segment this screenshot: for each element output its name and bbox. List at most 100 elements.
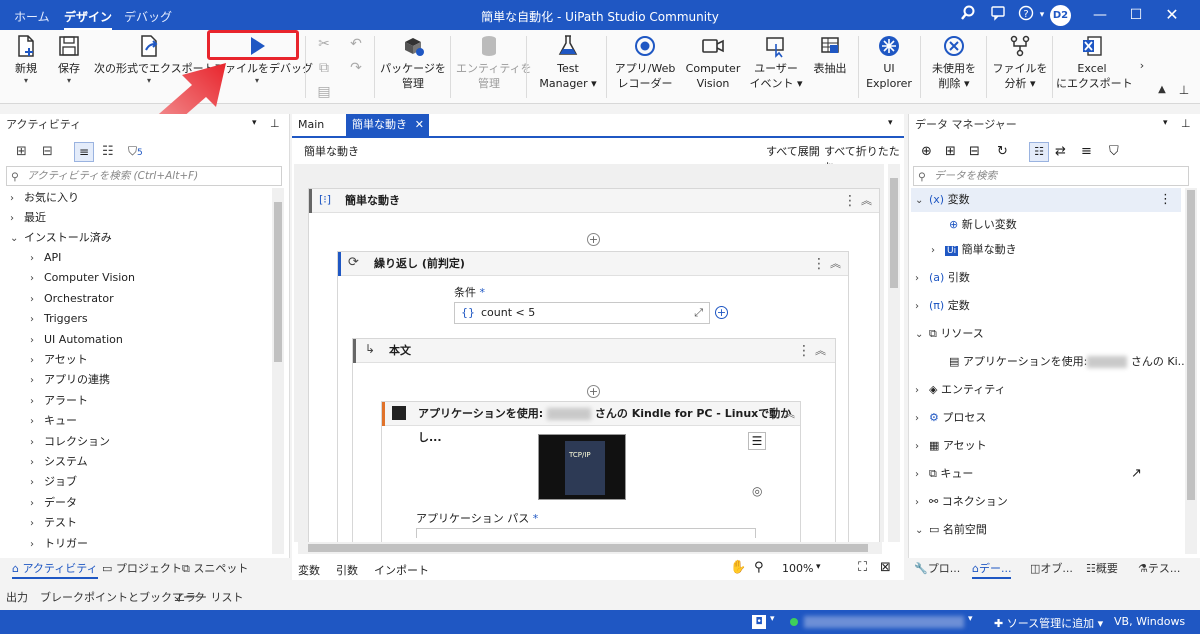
horizontal-scrollbar[interactable] — [298, 542, 882, 554]
vertical-scrollbar[interactable] — [888, 164, 900, 542]
minimize-icon[interactable]: — — [1090, 5, 1110, 25]
chevron-down-icon[interactable]: ▾ — [252, 118, 257, 128]
sequence-activity[interactable]: 簡単な動き [⁝] ⋮ ︽ + 繰り返し (前判定) ⟳ ⋮ ︽ 条件 * {}… — [308, 188, 880, 542]
tab-object-repository[interactable]: ◫オブ... — [1030, 561, 1073, 577]
more-options-icon[interactable]: ⋮ — [797, 339, 811, 363]
tree-item-connections[interactable]: › ⚯ コネクション — [915, 491, 1008, 513]
external-link-icon[interactable]: ↗ — [1131, 466, 1142, 481]
tab-data-manager[interactable]: ⌂デー... — [972, 561, 1012, 579]
workflow-canvas[interactable]: 簡単な動き [⁝] ⋮ ︽ + 繰り返し (前判定) ⟳ ⋮ ︽ 条件 * {}… — [294, 164, 884, 542]
copy-icon[interactable]: ⧉ — [316, 60, 332, 76]
filter-icon[interactable]: ⛉ — [1109, 144, 1119, 159]
tab-main[interactable]: Main — [292, 114, 330, 136]
add-icon[interactable]: ⊕ — [921, 144, 932, 159]
new-variable-item[interactable]: ⊕ 新しい変数 — [949, 214, 1017, 236]
scroll-thumb[interactable] — [308, 544, 868, 552]
app-path-input[interactable] — [416, 528, 756, 538]
breadcrumb[interactable]: 簡単な動き — [304, 143, 359, 159]
chevron-right-icon[interactable]: › — [1134, 58, 1150, 74]
add-activity-icon[interactable]: + — [587, 233, 600, 246]
avatar[interactable]: D2 — [1050, 5, 1071, 26]
paste-icon[interactable]: ▤ — [316, 84, 332, 100]
tree-item-activity-category[interactable]: › UI Automation — [30, 330, 123, 350]
add-icon[interactable]: + — [715, 306, 728, 319]
tab-properties[interactable]: 🔧プロ... — [914, 561, 960, 577]
chevron-down-icon[interactable]: ▾ — [770, 614, 775, 624]
export-excel-button[interactable]: Excel にエクスポート — [1056, 32, 1133, 102]
expand-all-link[interactable]: すべて展開 — [766, 143, 820, 159]
tab-outline[interactable]: ☷概要 — [1086, 561, 1118, 577]
expand-all-icon[interactable]: ⊞ — [16, 144, 27, 159]
imports-tab[interactable]: インポート — [374, 562, 429, 578]
tree-item-constants[interactable]: › (π) 定数 — [915, 295, 970, 317]
tree-item-queues[interactable]: › ⧉ キュー — [915, 463, 973, 485]
tree-item-resources[interactable]: ⌄ ⧉ リソース — [915, 323, 984, 345]
collapse-icon[interactable]: ︽ — [815, 339, 826, 363]
overview-icon[interactable]: ⊠ — [880, 560, 891, 575]
scrollbar[interactable] — [272, 188, 284, 554]
user-events-button[interactable]: ユーザー イベント ▾ — [748, 32, 804, 102]
grid-view-icon[interactable]: ☷ — [102, 144, 114, 159]
tab-simple-move[interactable]: 簡単な動き ✕ — [346, 114, 429, 136]
collapse-all-icon[interactable]: ⊟ — [42, 144, 53, 159]
collapse-icon[interactable]: ︽ — [861, 189, 872, 213]
ui-explorer-button[interactable]: UI Explorer — [862, 32, 916, 102]
manage-packages-button[interactable]: パッケージを 管理 — [380, 32, 446, 102]
tree-item-activity-category[interactable]: › Orchestrator — [30, 289, 114, 309]
fit-screen-icon[interactable]: ⛶ — [858, 560, 867, 575]
resource-use-application[interactable]: ▤ アプリケーションを使用: さんの Ki... — [949, 351, 1188, 373]
scroll-thumb[interactable] — [1187, 190, 1195, 500]
undo-icon[interactable]: ↶ — [348, 36, 364, 52]
tree-item-activity-category[interactable]: › キュー — [30, 411, 77, 431]
tree-item-processes[interactable]: › ⚙ プロセス — [915, 407, 986, 429]
remove-unused-button[interactable]: 未使用を 削除 ▾ — [926, 32, 982, 102]
swap-icon[interactable]: ⇄ — [1055, 144, 1066, 159]
collapse-all-icon[interactable]: ⊟ — [969, 144, 980, 159]
feedback-icon[interactable] — [988, 5, 1008, 25]
more-options-icon[interactable]: ⋮ — [843, 189, 857, 213]
tree-item-assets[interactable]: › ▦ アセット — [915, 435, 987, 457]
tree-item-activity-category[interactable]: › テスト — [30, 513, 77, 533]
new-button[interactable]: 新規 ▾ — [6, 32, 46, 102]
tab-output[interactable]: 出力 — [6, 589, 28, 605]
more-options-icon[interactable]: ⋮ — [812, 252, 826, 276]
redo-icon[interactable]: ↷ — [348, 60, 364, 76]
test-manager-button[interactable]: Test Manager ▾ — [536, 32, 600, 102]
search-icon[interactable] — [958, 5, 978, 25]
tree-item-installed[interactable]: ⌄ インストール済み — [10, 228, 112, 248]
tree-item-activity-category[interactable]: › アラート — [30, 391, 88, 411]
more-options-icon[interactable]: ⋮ — [766, 402, 780, 426]
tree-item-activity-category[interactable]: › アセット — [30, 350, 88, 370]
tree-item-activity-category[interactable]: › API — [30, 248, 61, 268]
expand-all-icon[interactable]: ⊞ — [945, 144, 956, 159]
add-source-control-button[interactable]: ✚ ソース管理に追加 ▾ — [994, 615, 1103, 631]
tree-item-activity-category[interactable]: › トリガー — [30, 534, 88, 554]
tree-item-entities[interactable]: › ◈ エンティティ — [915, 379, 1006, 401]
add-activity-icon[interactable]: + — [587, 385, 600, 398]
chevron-down-icon[interactable]: ▾ — [1163, 118, 1168, 128]
while-activity[interactable]: 繰り返し (前判定) ⟳ ⋮ ︽ 条件 * {} count < 5 ⤢ + 本… — [337, 251, 849, 542]
chevron-down-icon[interactable]: ▾ — [968, 614, 973, 624]
tree-item-activity-category[interactable]: › アプリの連携 — [30, 370, 110, 390]
chevron-up-icon[interactable]: ▲ — [1154, 82, 1170, 98]
app-web-recorder-button[interactable]: アプリ/Web レコーダー — [614, 32, 676, 102]
table-extraction-button[interactable]: 表抽出 — [808, 32, 852, 102]
tab-snippets[interactable]: ⧉ スニペット — [182, 561, 248, 577]
cut-icon[interactable]: ✂ — [316, 36, 332, 52]
tree-item-activity-category[interactable]: › コレクション — [30, 432, 110, 452]
sequence-header[interactable]: 簡単な動き — [309, 189, 879, 213]
scroll-thumb[interactable] — [890, 178, 898, 288]
activities-search-input[interactable]: ⚲ アクティビティを検索 (Ctrl+Alt+F) — [6, 166, 282, 186]
tree-item-activity-category[interactable]: › データ — [30, 493, 77, 513]
tree-item-variables[interactable]: ⌄ (x) 変数 — [915, 189, 970, 211]
tab-test-explorer[interactable]: ⚗テス... — [1138, 561, 1180, 577]
chevron-down-icon[interactable]: ▾ — [1032, 5, 1052, 25]
save-button[interactable]: 保存 ▾ — [50, 32, 88, 102]
pin-icon[interactable]: ⊥ — [1176, 82, 1192, 98]
body-header[interactable]: 本文 — [353, 339, 835, 363]
close-icon[interactable]: ✕ — [1162, 5, 1182, 25]
tab-error-list[interactable]: エラー リスト — [174, 589, 244, 605]
body-activity[interactable]: 本文 ↳ ⋮ ︽ + アプリケーションを使用: さんの Kindle for P… — [352, 338, 836, 542]
list-view-icon[interactable]: ☷ — [1029, 142, 1049, 162]
filter-icon[interactable]: ⛉5 — [128, 144, 143, 159]
